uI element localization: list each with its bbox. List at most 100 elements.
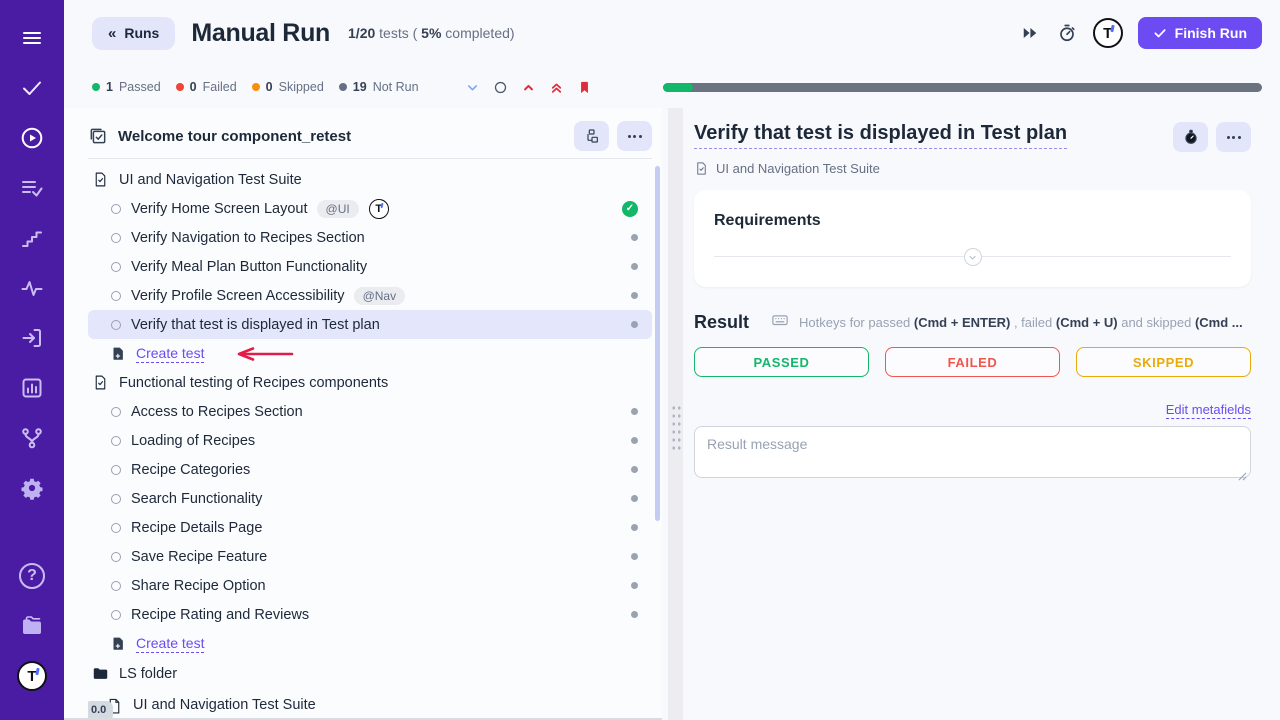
collapse-toggle-button[interactable] bbox=[964, 248, 982, 266]
test-row[interactable]: Verify Meal Plan Button Functionality bbox=[88, 252, 652, 281]
test-status-icon bbox=[631, 321, 638, 328]
circle-outline-icon[interactable] bbox=[493, 79, 509, 95]
test-circle-icon bbox=[111, 407, 121, 417]
import-icon[interactable] bbox=[12, 318, 52, 358]
test-row[interactable]: Verify that test is displayed in Test pl… bbox=[88, 310, 652, 339]
test-row[interactable]: Save Recipe Feature bbox=[88, 542, 652, 571]
create-test-link[interactable]: Create test bbox=[136, 345, 204, 363]
sidebar-testomat-logo[interactable]: T bbox=[12, 656, 52, 696]
failed-count: 0 Failed bbox=[176, 80, 237, 94]
suite-row[interactable]: UI and Navigation Test Suite bbox=[88, 165, 652, 194]
help-icon[interactable]: ? bbox=[12, 556, 52, 596]
failed-button[interactable]: FAILED bbox=[885, 347, 1060, 377]
test-circle-icon bbox=[111, 291, 121, 301]
create-test-row[interactable]: Create test bbox=[88, 339, 652, 368]
run-title-label: Welcome tour component_retest bbox=[118, 128, 351, 145]
test-status-icon bbox=[631, 495, 638, 502]
skipped-button[interactable]: SKIPPED bbox=[1076, 347, 1251, 377]
test-detail-title[interactable]: Verify that test is displayed in Test pl… bbox=[694, 122, 1067, 149]
suite-label: UI and Navigation Test Suite bbox=[133, 697, 316, 713]
result-message-input[interactable] bbox=[694, 426, 1251, 478]
test-label: Verify that test is displayed in Test pl… bbox=[131, 317, 380, 333]
panel-resize-handle[interactable] bbox=[662, 108, 692, 720]
bookmark-icon[interactable] bbox=[577, 79, 593, 95]
git-branch-icon[interactable] bbox=[12, 418, 52, 458]
test-circle-icon bbox=[111, 523, 121, 533]
detail-more-button[interactable] bbox=[1216, 122, 1251, 152]
fast-forward-icon[interactable] bbox=[1019, 22, 1041, 44]
test-circle-icon bbox=[111, 494, 121, 504]
test-label: Verify Profile Screen Accessibility bbox=[131, 288, 345, 304]
test-status-icon bbox=[631, 553, 638, 560]
passed-button[interactable]: PASSED bbox=[694, 347, 869, 377]
passed-dot-icon bbox=[92, 83, 100, 91]
topbar-testomat-logo[interactable]: T bbox=[1093, 18, 1123, 48]
tree-view-button[interactable] bbox=[574, 121, 609, 151]
test-label: Share Recipe Option bbox=[131, 578, 266, 594]
test-row[interactable]: Access to Recipes Section bbox=[88, 397, 652, 426]
run-progress-bar bbox=[663, 83, 1262, 92]
chevron-down-icon[interactable] bbox=[465, 79, 481, 95]
projects-folder-icon[interactable] bbox=[12, 606, 52, 646]
test-status-icon bbox=[631, 611, 638, 618]
chevrons-left-icon: « bbox=[108, 25, 116, 42]
test-row[interactable]: Share Recipe Option bbox=[88, 571, 652, 600]
tree-list: UI and Navigation Test Suite Verify Home… bbox=[88, 165, 652, 658]
result-section-title: Result bbox=[694, 312, 749, 333]
menu-icon[interactable] bbox=[12, 18, 52, 58]
skipped-count: 0 Skipped bbox=[252, 80, 324, 94]
double-chevron-up-icon[interactable] bbox=[549, 79, 565, 95]
folder-label: LS folder bbox=[119, 666, 177, 682]
run-play-icon[interactable] bbox=[12, 118, 52, 158]
detail-timer-button[interactable] bbox=[1173, 122, 1208, 152]
timer-icon[interactable] bbox=[1056, 22, 1078, 44]
test-status-icon bbox=[631, 466, 638, 473]
status-counts: 1 Passed 0 Failed 0 Skipped 19 Not Run bbox=[92, 80, 419, 94]
passed-count: 1 Passed bbox=[92, 80, 161, 94]
test-row[interactable]: Recipe Details Page bbox=[88, 513, 652, 542]
settings-gear-icon[interactable] bbox=[12, 468, 52, 508]
test-circle-icon bbox=[111, 262, 121, 272]
requirements-divider bbox=[714, 256, 1231, 257]
test-row[interactable]: Verify Home Screen Layout @UI T ✓ bbox=[88, 194, 652, 223]
test-row[interactable]: Loading of Recipes bbox=[88, 426, 652, 455]
test-row[interactable]: Verify Profile Screen Accessibility @Nav bbox=[88, 281, 652, 310]
folder-row[interactable]: LS folder bbox=[88, 659, 652, 688]
test-label: Verify Navigation to Recipes Section bbox=[131, 230, 365, 246]
tree-scrollbar[interactable] bbox=[655, 166, 660, 521]
suite-row-clipped[interactable]: 0.0 UI and Navigation Test Suite bbox=[88, 688, 652, 720]
create-test-row[interactable]: Create test bbox=[88, 629, 652, 658]
create-test-link[interactable]: Create test bbox=[136, 635, 204, 653]
test-label: Loading of Recipes bbox=[131, 433, 255, 449]
run-progress-text: 1/20 tests ( 5% completed) bbox=[348, 25, 515, 41]
tree-more-button[interactable] bbox=[617, 121, 652, 151]
test-row[interactable]: Recipe Rating and Reviews bbox=[88, 600, 652, 629]
steps-icon[interactable] bbox=[12, 218, 52, 258]
chevron-up-icon[interactable] bbox=[521, 79, 537, 95]
test-row[interactable]: Verify Navigation to Recipes Section bbox=[88, 223, 652, 252]
detail-suite-breadcrumb[interactable]: UI and Navigation Test Suite bbox=[694, 161, 1251, 176]
requirements-title: Requirements bbox=[714, 212, 1231, 230]
check-icon[interactable] bbox=[12, 68, 52, 108]
notrun-count: 19 Not Run bbox=[339, 80, 419, 94]
test-label: Recipe Categories bbox=[131, 462, 250, 478]
test-row[interactable]: Search Functionality bbox=[88, 484, 652, 513]
back-to-runs-button[interactable]: « Runs bbox=[92, 17, 175, 50]
suite-file-icon bbox=[92, 374, 109, 391]
analytics-chart-icon[interactable] bbox=[12, 368, 52, 408]
finish-run-button[interactable]: Finish Run bbox=[1138, 17, 1262, 49]
list-check-icon[interactable] bbox=[12, 168, 52, 208]
tag-badge: @Nav bbox=[354, 287, 406, 305]
test-status-icon bbox=[631, 408, 638, 415]
edit-metafields-link[interactable]: Edit metafields bbox=[1166, 402, 1251, 419]
activity-pulse-icon[interactable] bbox=[12, 268, 52, 308]
keyboard-icon bbox=[771, 311, 789, 334]
test-label: Recipe Details Page bbox=[131, 520, 262, 536]
file-plus-icon bbox=[111, 636, 126, 651]
test-status-icon bbox=[631, 524, 638, 531]
run-status-bar: 1 Passed 0 Failed 0 Skipped 19 Not Run bbox=[64, 66, 1280, 108]
skipped-dot-icon bbox=[252, 83, 260, 91]
more-icon bbox=[1227, 136, 1241, 139]
suite-row[interactable]: Functional testing of Recipes components bbox=[88, 368, 652, 397]
test-row[interactable]: Recipe Categories bbox=[88, 455, 652, 484]
